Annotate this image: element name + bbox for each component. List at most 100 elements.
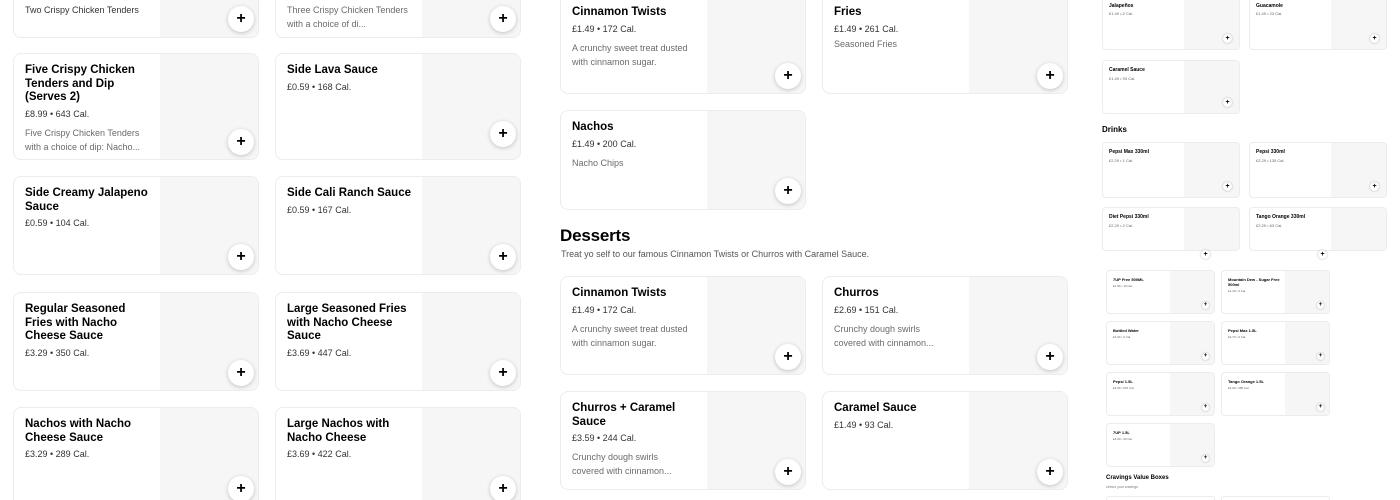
- mini-menu-card[interactable]: Pepsi Max 1.5L £3.79 • 9 Cal. +: [1221, 321, 1330, 365]
- item-price-calories: £1.49 • 9 Cal.: [1228, 289, 1247, 293]
- add-item-button[interactable]: +: [775, 459, 801, 485]
- menu-item-card[interactable]: Nachos with Nacho Cheese Sauce £3.29 • 2…: [13, 407, 259, 500]
- item-price-calories: £1.49 • 172 Cal.: [572, 304, 637, 315]
- menu-item-card[interactable]: Two Crispy Chicken Tenders +: [13, 0, 259, 38]
- menu-item-card[interactable]: Caramel Sauce £1.49 • 93 Cal. +: [822, 391, 1068, 490]
- item-price-calories: £2.69 • 151 Cal.: [834, 304, 899, 315]
- add-item-button[interactable]: +: [228, 360, 254, 386]
- item-name: Nachos with Nacho Cheese Sauce: [25, 418, 132, 444]
- item-name: Pepsi 1.5L: [1113, 379, 1133, 384]
- section-subtitle: Unbox your cravings: [1106, 485, 1138, 489]
- add-item-button[interactable]: +: [1037, 459, 1063, 485]
- item-name: Diet Pepsi 330ml: [1109, 214, 1149, 220]
- mini-menu-card[interactable]: Pepsi 1.5L £4.99 • 615 Cal. +: [1106, 372, 1215, 416]
- item-name: Side Creamy Jalapeno Sauce: [25, 187, 148, 213]
- food-image: [1331, 0, 1386, 49]
- add-item-button[interactable]: +: [490, 476, 516, 500]
- item-description: Five Crispy Chicken Tenders with a choic…: [25, 127, 141, 152]
- item-name: Pepsi 330ml: [1256, 149, 1285, 155]
- item-name: Cinnamon Twists: [572, 287, 667, 299]
- item-price-calories: £1.49 • 2 Cal.: [1109, 11, 1134, 16]
- menu-item-card[interactable]: Fries £1.49 • 261 Cal. Seasoned Fries +: [822, 0, 1068, 94]
- add-item-button[interactable]: +: [228, 129, 254, 155]
- add-item-button[interactable]: +: [228, 476, 254, 500]
- menu-item-card[interactable]: Three Crispy Chicken Tenders with a choi…: [275, 0, 521, 38]
- mini-menu-card[interactable]: Guacamole £1.49 • 23 Cal. +: [1249, 0, 1387, 50]
- food-image: [1184, 0, 1239, 49]
- add-item-button[interactable]: +: [1223, 34, 1232, 43]
- mini-menu-card[interactable]: 7UP Free 500ML £1.99 • 10 Cal. +: [1106, 270, 1215, 314]
- mini-menu-card[interactable]: Tango Orange 1.5L £4.99 • 285 Cal. +: [1221, 372, 1330, 416]
- mini-menu-card[interactable]: Jalapeños £1.49 • 2 Cal. +: [1102, 0, 1240, 50]
- item-description: Seasoned Fries: [834, 38, 898, 49]
- add-item-button[interactable]: +: [775, 344, 801, 370]
- add-item-button[interactable]: +: [1201, 250, 1210, 259]
- section-title: Cravings Value Boxes: [1106, 475, 1169, 481]
- menu-item-card[interactable]: Large Nachos with Nacho Cheese £3.69 • 4…: [275, 407, 521, 500]
- add-item-button[interactable]: +: [1202, 404, 1209, 411]
- add-item-button[interactable]: +: [1318, 250, 1327, 259]
- add-item-button[interactable]: +: [1037, 344, 1063, 370]
- add-item-button[interactable]: +: [1223, 182, 1232, 191]
- drink-image: [1331, 208, 1386, 250]
- add-item-button[interactable]: +: [1317, 404, 1324, 411]
- item-description: Three Crispy Chicken Tenders with a choi…: [287, 5, 408, 29]
- add-item-button[interactable]: +: [775, 178, 801, 204]
- item-name: Pepsi Max 1.5L: [1228, 328, 1257, 333]
- mini-menu-card[interactable]: Pepsi 330ml £2.29 • 135 Cal. +: [1249, 142, 1387, 198]
- add-item-button[interactable]: +: [1370, 34, 1379, 43]
- menu-item-card[interactable]: Churros + Caramel Sauce £3.59 • 244 Cal.…: [560, 391, 806, 490]
- add-item-button[interactable]: +: [1317, 353, 1324, 360]
- add-item-button[interactable]: +: [228, 6, 254, 32]
- item-price-calories: £2.29 • 1 Cal.: [1109, 158, 1134, 163]
- add-item-button[interactable]: +: [1202, 353, 1209, 360]
- mini-menu-card[interactable]: 7UP 1.5L £4.99 • 30 Cal. +: [1106, 423, 1215, 467]
- item-price-calories: £1.49 • 200 Cal.: [572, 138, 637, 149]
- add-item-button[interactable]: +: [228, 244, 254, 270]
- menu-item-card[interactable]: Regular Seasoned Fries with Nacho Cheese…: [13, 292, 259, 391]
- add-item-button[interactable]: +: [1202, 455, 1209, 462]
- item-name: Caramel Sauce: [1109, 67, 1145, 73]
- add-item-button[interactable]: +: [1202, 302, 1209, 309]
- add-item-button[interactable]: +: [490, 360, 516, 386]
- mini-card-edge: [1221, 496, 1330, 500]
- mini-menu-card[interactable]: Tango Orange 330ml £2.29 • 63 Cal.: [1249, 207, 1387, 251]
- item-price-calories: £2.29 • 135 Cal.: [1256, 158, 1285, 163]
- item-price-calories: £0.59 • 104 Cal.: [25, 218, 90, 228]
- item-price-calories: £4.99 • 615 Cal.: [1113, 386, 1135, 390]
- add-item-button[interactable]: +: [490, 121, 516, 147]
- item-name: Churros: [834, 287, 879, 299]
- item-price-calories: £4.99 • 285 Cal.: [1228, 386, 1250, 390]
- menu-item-card[interactable]: Side Creamy Jalapeno Sauce £0.59 • 104 C…: [13, 176, 259, 275]
- item-price-calories: £3.69 • 447 Cal.: [287, 347, 352, 358]
- item-name: Two Crispy Chicken Tenders: [25, 5, 139, 15]
- section-title: Desserts: [560, 226, 631, 245]
- mini-menu-card[interactable]: Mountain Dew - Sugar Free 500ml £1.49 • …: [1221, 270, 1330, 314]
- drink-image: [1184, 208, 1239, 250]
- add-item-button[interactable]: +: [1317, 302, 1324, 309]
- menu-item-card[interactable]: Side Lava Sauce £0.59 • 168 Cal. +: [275, 53, 521, 160]
- item-price-calories: £1.99 • 10 Cal.: [1113, 284, 1133, 288]
- mini-menu-card[interactable]: Pepsi Max 330ml £2.29 • 1 Cal. +: [1102, 142, 1240, 198]
- add-item-button[interactable]: +: [490, 6, 516, 32]
- menu-item-card[interactable]: Cinnamon Twists £1.49 • 172 Cal. A crunc…: [560, 0, 806, 94]
- add-item-button[interactable]: +: [1037, 63, 1063, 89]
- menu-item-card[interactable]: Side Cali Ranch Sauce £0.59 • 167 Cal. +: [275, 176, 521, 275]
- item-description: A crunchy sweet treat dusted with cinnam…: [572, 323, 688, 348]
- add-item-button[interactable]: +: [490, 244, 516, 270]
- item-name: Tango Orange 1.5L: [1228, 379, 1264, 384]
- add-item-button[interactable]: +: [1223, 98, 1232, 107]
- item-price-calories: £0.59 • 167 Cal.: [287, 204, 352, 215]
- mini-menu-card[interactable]: Bottled Water £1.99 • 0 Cal. +: [1106, 321, 1215, 365]
- menu-item-card[interactable]: Nachos £1.49 • 200 Cal. Nacho Chips +: [560, 110, 806, 210]
- add-item-button[interactable]: +: [1370, 182, 1379, 191]
- mini-card-edge: [1106, 496, 1215, 500]
- menu-item-card[interactable]: Churros £2.69 • 151 Cal. Crunchy dough s…: [822, 276, 1068, 375]
- menu-item-card[interactable]: Cinnamon Twists £1.49 • 172 Cal. A crunc…: [560, 276, 806, 375]
- add-item-button[interactable]: +: [775, 63, 801, 89]
- item-name: Large Seasoned Fries with Nacho Cheese S…: [287, 303, 407, 342]
- menu-item-card[interactable]: Large Seasoned Fries with Nacho Cheese S…: [275, 292, 521, 391]
- mini-menu-card[interactable]: Caramel Sauce £1.49 • 93 Cal. +: [1102, 60, 1240, 114]
- mini-menu-card[interactable]: Diet Pepsi 330ml £2.29 • 2 Cal.: [1102, 207, 1240, 251]
- menu-item-card[interactable]: Five Crispy Chicken Tenders and Dip (Ser…: [13, 53, 259, 160]
